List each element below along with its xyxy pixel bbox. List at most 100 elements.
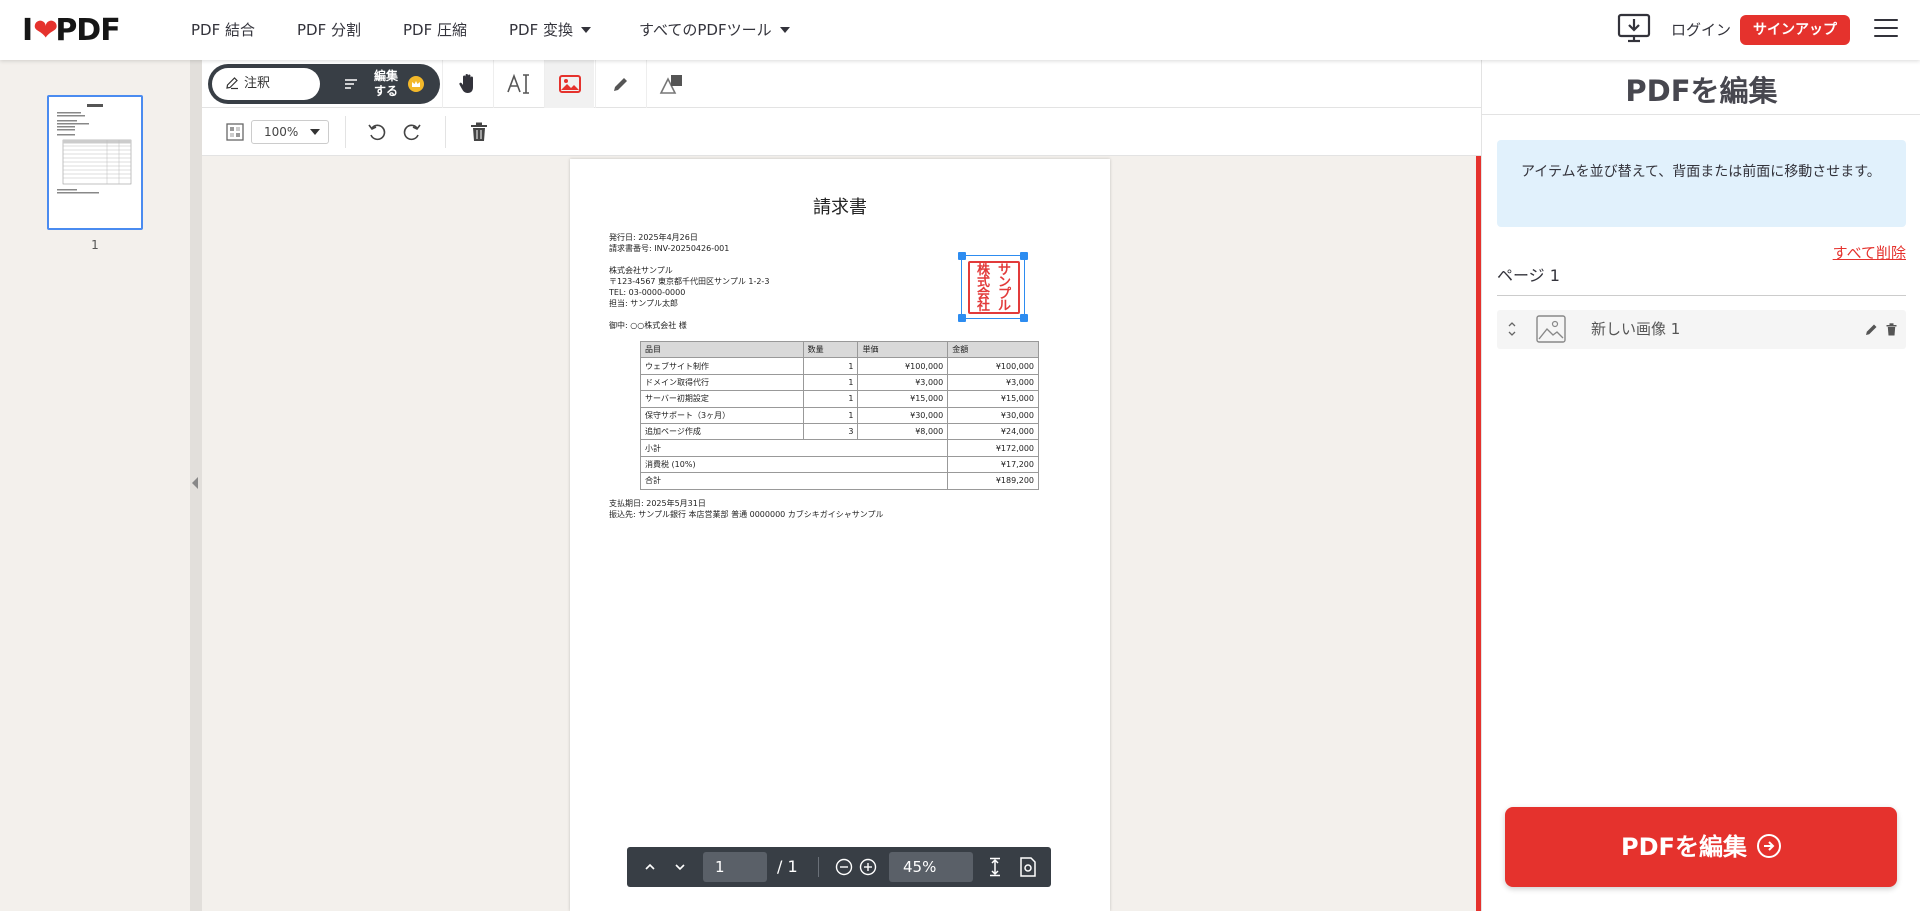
add-text-tool[interactable] — [493, 60, 543, 108]
page-section-label: ページ 1 — [1497, 266, 1560, 285]
annotate-mode-button[interactable]: 注釈 — [212, 68, 320, 100]
stamp-column-right: サ ン プ ル — [994, 264, 1015, 314]
desktop-download-icon[interactable] — [1617, 13, 1651, 45]
premium-crown-icon — [408, 76, 424, 92]
nav-convert-pdf[interactable]: PDF 変換 — [509, 18, 591, 42]
fit-page-icon[interactable] — [226, 123, 244, 141]
table-row: サーバー初期設定 1 ¥15,000 ¥15,000 — [640, 390, 1039, 408]
shapes-tool[interactable] — [646, 60, 696, 108]
ilovepdf-logo[interactable]: I ❤ PDF — [22, 10, 121, 50]
zoom-in-icon[interactable] — [859, 858, 877, 876]
draw-tool[interactable] — [595, 60, 645, 108]
login-link[interactable]: ログイン — [1671, 18, 1731, 42]
nav-merge-pdf[interactable]: PDF 結合 — [191, 18, 255, 42]
issuer-contact: 担当: サンプル太郎 — [609, 299, 678, 308]
page-thumbnail[interactable] — [47, 95, 143, 230]
shapes-icon — [659, 75, 682, 94]
issue-date: 発行日: 2025年4月26日 — [609, 233, 698, 242]
resize-handle-bottom-left[interactable] — [958, 314, 966, 322]
panel-resize-handle[interactable] — [190, 60, 202, 911]
table-row: ウェブサイト制作 1 ¥100,000 ¥100,000 — [640, 357, 1039, 375]
item-name: 保守サポート（3ヶ月） — [640, 406, 804, 424]
bank-info: 振込先: サンプル銀行 本店営業部 普通 0000000 カブシキガイシャサンプ… — [609, 510, 884, 519]
item-qty: 1 — [802, 357, 859, 375]
nav-split-pdf[interactable]: PDF 分割 — [297, 18, 361, 42]
rotate-right-icon[interactable] — [402, 122, 422, 142]
page-settings-icon[interactable] — [1019, 857, 1037, 877]
clear-all-link[interactable]: すべて削除 — [1833, 242, 1906, 263]
layer-item[interactable]: 新しい画像 1 — [1497, 310, 1906, 349]
edit-mode-button[interactable]: 編集 する — [332, 67, 432, 101]
invoice-title: 請求書 — [813, 197, 867, 218]
menu-icon[interactable] — [1874, 19, 1898, 41]
edit-toolbar: 注釈 編集 する — [202, 60, 1481, 108]
item-name: ドメイン取得代行 — [640, 373, 804, 392]
summary-row: 消費税 (10%) ¥17,200 — [639, 455, 1039, 474]
edit-label-line2: する — [373, 84, 398, 98]
page-toolbar: 100% — [202, 108, 1481, 156]
item-name: 追加ページ作成 — [640, 422, 804, 441]
trash-icon[interactable] — [470, 122, 488, 142]
add-image-tool[interactable] — [544, 60, 594, 108]
nav-compress-pdf[interactable]: PDF 圧縮 — [403, 18, 467, 42]
issuer-name: 株式会社サンプル — [609, 266, 673, 275]
item-unit-price: ¥30,000 — [857, 406, 949, 424]
rotate-left-icon[interactable] — [367, 122, 387, 142]
zoom-select[interactable]: 100% — [251, 120, 329, 144]
chevron-down-icon — [581, 27, 591, 33]
summary-row: 小計 ¥172,000 — [639, 439, 1039, 457]
page-navigator: 1 / 1 45% — [627, 847, 1051, 887]
zoom-level-input[interactable]: 45% — [889, 852, 973, 882]
table-header: 単価 — [857, 340, 949, 359]
item-qty: 1 — [802, 373, 859, 392]
nav-all-tools[interactable]: すべてのPDFツール — [639, 18, 790, 42]
resize-handle-top-right[interactable] — [1020, 252, 1028, 260]
item-unit-price: ¥15,000 — [857, 390, 949, 408]
hand-tool[interactable] — [442, 60, 492, 108]
chevron-down-icon[interactable] — [674, 861, 686, 873]
resize-handle-bottom-right[interactable] — [1020, 314, 1028, 322]
item-amount: ¥24,000 — [947, 422, 1039, 441]
stamp-char: 社 — [976, 299, 990, 314]
nav-convert-label: PDF 変換 — [509, 21, 573, 39]
editor-workspace: 注釈 編集 する 100% 請求書 発行日: 2025年4月26日 請求書番号:… — [202, 60, 1481, 911]
stamp-column-left: 株 式 会 社 — [973, 264, 994, 314]
delete-icon[interactable] — [1886, 323, 1897, 336]
pager-divider — [818, 857, 819, 877]
divider — [1482, 114, 1920, 115]
invoice-table: 品目 数量 単価 金額 ウェブサイト制作 1 ¥100,000 ¥100,000… — [639, 340, 1039, 490]
item-amount: ¥3,000 — [947, 373, 1039, 392]
arrow-right-circle-icon — [1756, 834, 1781, 858]
layer-name: 新しい画像 1 — [1591, 320, 1681, 338]
subtotal-label: 小計 — [639, 439, 949, 457]
item-unit-price: ¥8,000 — [857, 422, 949, 441]
total-value: ¥189,200 — [947, 472, 1039, 490]
toolbar-divider — [445, 116, 446, 148]
item-name: サーバー初期設定 — [640, 390, 804, 408]
issuer-block: 株式会社サンプル 〒123-4567 東京都千代田区サンプル 1-2-3 TEL… — [609, 265, 769, 309]
page-number-input[interactable]: 1 — [703, 852, 767, 882]
chevron-up-icon[interactable] — [644, 861, 656, 873]
edit-pdf-button[interactable]: PDFを編集 — [1505, 807, 1897, 887]
invoice-number: 請求書番号: INV-20250426-001 — [609, 244, 730, 253]
logo-text-right: PDF — [55, 12, 120, 48]
mode-toggle[interactable]: 注釈 編集 する — [208, 64, 440, 104]
stamp-char: ル — [997, 299, 1011, 314]
edit-pencil-icon[interactable] — [1865, 323, 1878, 336]
image-icon — [1536, 315, 1566, 343]
heart-icon: ❤ — [33, 12, 58, 48]
reorder-handle-icon[interactable] — [1507, 320, 1517, 338]
text-lines-icon — [345, 79, 357, 89]
pdf-page[interactable]: 請求書 発行日: 2025年4月26日 請求書番号: INV-20250426-… — [570, 159, 1110, 911]
selected-image-stamp[interactable]: 株 式 会 社 サ ン プ ル — [958, 252, 1028, 322]
payment-info: 支払期日: 2025年5月31日 振込先: サンプル銀行 本店営業部 普通 00… — [609, 498, 884, 520]
signup-button[interactable]: サインアップ — [1740, 15, 1850, 45]
zoom-out-icon[interactable] — [835, 858, 853, 876]
pen-icon — [613, 78, 627, 91]
collapse-left-icon[interactable] — [192, 477, 198, 489]
text-icon — [506, 73, 529, 94]
resize-handle-top-left[interactable] — [958, 252, 966, 260]
fit-height-icon[interactable] — [988, 857, 1002, 877]
chevron-down-icon — [310, 129, 320, 135]
table-header: 品目 — [640, 340, 804, 359]
